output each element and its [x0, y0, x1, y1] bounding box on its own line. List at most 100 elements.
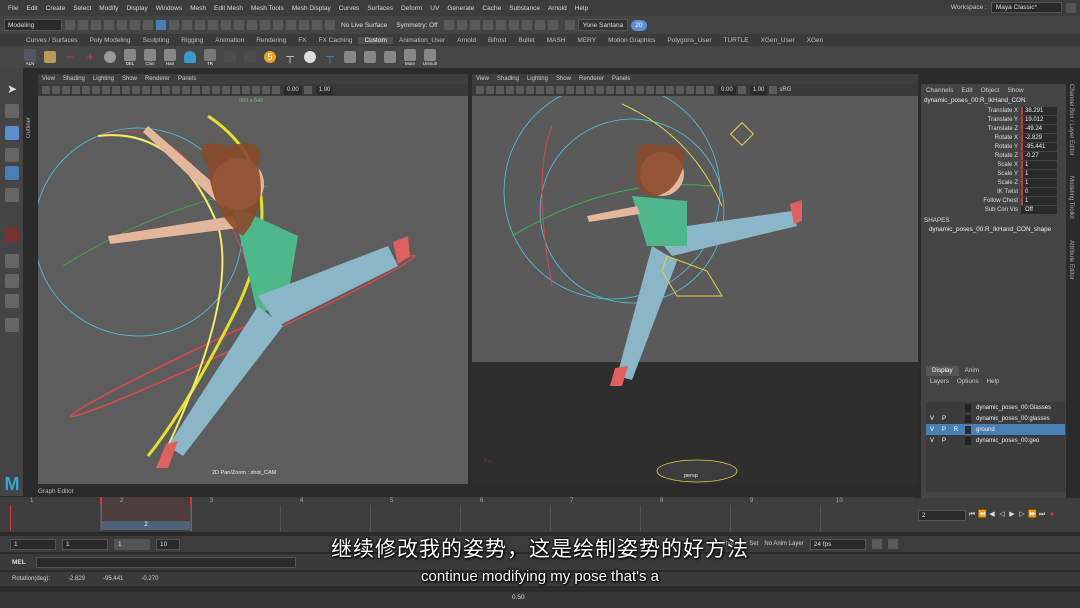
- play-forward-icon[interactable]: ▶: [1008, 511, 1016, 519]
- attribute-row[interactable]: Sub Con Vis Off: [921, 205, 1066, 214]
- mask-render-icon[interactable]: [247, 20, 257, 30]
- layer-color-swatch[interactable]: [965, 414, 971, 423]
- current-frame-field[interactable]: 2: [918, 509, 966, 521]
- render-settings-icon[interactable]: [482, 20, 493, 30]
- mask-joint-icon[interactable]: [182, 20, 192, 30]
- shelf-minus-button[interactable]: −: [62, 48, 78, 66]
- snap-point-icon[interactable]: [286, 20, 296, 30]
- attribute-value[interactable]: -0.27: [1021, 151, 1057, 160]
- camera-attr-icon[interactable]: [52, 86, 60, 94]
- wireframe-icon[interactable]: [142, 86, 150, 94]
- field-chart-icon[interactable]: [122, 86, 130, 94]
- layer-color-swatch[interactable]: [965, 425, 971, 434]
- isolate-icon[interactable]: [666, 86, 674, 94]
- menu-create[interactable]: Create: [42, 5, 70, 12]
- motion-blur-icon[interactable]: [212, 86, 220, 94]
- shelf-tr-button[interactable]: TR: [202, 48, 218, 66]
- side-tab-attribute-editor[interactable]: Attribute Editor: [1068, 240, 1074, 300]
- menu-windows[interactable]: Windows: [152, 5, 186, 12]
- snap-plane-icon[interactable]: [299, 20, 309, 30]
- arnold-render-icon[interactable]: [521, 20, 532, 30]
- image-plane-icon[interactable]: [506, 86, 514, 94]
- menu-substance[interactable]: Substance: [505, 5, 544, 12]
- attribute-value[interactable]: Off: [1021, 205, 1057, 214]
- shelf-del-button[interactable]: DEL: [122, 48, 138, 66]
- shelf-skull-button[interactable]: [102, 48, 118, 66]
- shelf-m1-button[interactable]: [342, 48, 358, 66]
- menu-edit[interactable]: Edit: [22, 5, 41, 12]
- shelf-tab-turtle[interactable]: TURTLE: [717, 37, 754, 44]
- layer-visibility[interactable]: V: [926, 438, 938, 444]
- select-component-icon[interactable]: [156, 20, 166, 30]
- bookmark-icon[interactable]: [496, 86, 504, 94]
- cb-menu-show[interactable]: Show: [1007, 87, 1023, 94]
- shelf-tab-bullet[interactable]: Bullet: [512, 37, 540, 44]
- step-back-key-icon[interactable]: ⏪: [978, 511, 987, 519]
- paint-select-tool-icon[interactable]: [5, 126, 19, 140]
- shelf-tab-poly-modeling[interactable]: Poly Modeling: [84, 37, 137, 44]
- xray-icon[interactable]: [242, 86, 250, 94]
- go-to-start-icon[interactable]: ⏮: [968, 511, 976, 519]
- smooth-shade-icon[interactable]: [152, 86, 160, 94]
- panel-menu-show[interactable]: Show: [122, 76, 137, 82]
- attribute-row[interactable]: Translate X 38.291: [921, 106, 1066, 115]
- layer-name[interactable]: ground: [974, 427, 995, 433]
- layer-name[interactable]: dynamic_poses_00:geo: [974, 438, 1039, 444]
- outliner-tab[interactable]: Outliner: [26, 78, 34, 138]
- graph-editor-label[interactable]: Graph Editor: [38, 488, 74, 495]
- panel-menu-lighting[interactable]: Lighting: [527, 76, 548, 82]
- exposure-field[interactable]: 0.00: [284, 85, 302, 95]
- snap-surface-icon[interactable]: [312, 20, 322, 30]
- four-view-layout-icon[interactable]: [5, 274, 19, 288]
- shelf-tab-mery[interactable]: MERY: [571, 37, 602, 44]
- gate-mask-icon[interactable]: [112, 86, 120, 94]
- layer-playback[interactable]: P: [938, 438, 950, 444]
- snap-grid-icon[interactable]: [260, 20, 270, 30]
- ipr-render-icon[interactable]: [469, 20, 480, 30]
- tab-anim-layers[interactable]: Anim: [959, 366, 985, 376]
- color-space-label[interactable]: sRG: [779, 87, 791, 93]
- shelf-tab-xgen[interactable]: XGen: [801, 37, 830, 44]
- cb-menu-object[interactable]: Object: [981, 87, 1000, 94]
- layer-playback[interactable]: P: [938, 416, 950, 422]
- side-tab-channel-box[interactable]: Channel Box / Layer Editor: [1068, 84, 1074, 174]
- layer-visibility[interactable]: V: [926, 416, 938, 422]
- attribute-row[interactable]: Scale X1: [921, 160, 1066, 169]
- user-avatar-icon[interactable]: [564, 20, 575, 30]
- camera-icon[interactable]: [476, 86, 484, 94]
- shadows-icon[interactable]: [626, 86, 634, 94]
- shelf-tab-bifrost[interactable]: Bifrost: [482, 37, 512, 44]
- smooth-shade-icon[interactable]: [586, 86, 594, 94]
- go-to-end-icon[interactable]: ⏭: [1038, 511, 1046, 519]
- menu-select[interactable]: Select: [69, 5, 95, 12]
- symmetry-field[interactable]: Symmetry: Off: [396, 22, 437, 29]
- render-view-icon[interactable]: [508, 20, 519, 30]
- shelf-tab-animation-user[interactable]: Animation_User: [393, 37, 451, 44]
- mask-curve-icon[interactable]: [195, 20, 205, 30]
- side-tab-modeling-toolkit[interactable]: Modeling Toolkit: [1068, 176, 1074, 236]
- shelf-tab-xgen-user[interactable]: XGen_User: [755, 37, 801, 44]
- xray-components-icon[interactable]: [262, 86, 270, 94]
- left-viewport[interactable]: 960 x 540 2D Pan/Zoom : shot_CAM ↑→: [38, 96, 468, 484]
- xray-joints-icon[interactable]: [686, 86, 694, 94]
- panel-menu-view[interactable]: View: [42, 76, 55, 82]
- layer-color-swatch[interactable]: [965, 436, 971, 445]
- attribute-value[interactable]: -95.441: [1021, 142, 1057, 151]
- menu-surfaces[interactable]: Surfaces: [363, 5, 397, 12]
- shelf-tpose-blue-button[interactable]: ┬: [322, 48, 338, 66]
- textured-icon[interactable]: [172, 86, 180, 94]
- shelf-texture-button[interactable]: [42, 48, 58, 66]
- cb-menu-channels[interactable]: Channels: [926, 87, 953, 94]
- settings-icon[interactable]: [1066, 2, 1076, 13]
- step-forward-frame-icon[interactable]: ▷: [1018, 511, 1026, 519]
- shelf-five-button[interactable]: 5: [262, 48, 278, 66]
- render-frame-icon[interactable]: [456, 20, 467, 30]
- attribute-value[interactable]: 0: [1021, 187, 1057, 196]
- layer-display-type[interactable]: R: [950, 427, 962, 433]
- attribute-row[interactable]: IK Twist 0: [921, 187, 1066, 196]
- new-scene-icon[interactable]: [65, 20, 75, 30]
- scale-tool-icon[interactable]: [5, 188, 19, 202]
- menu-uv[interactable]: UV: [426, 5, 443, 12]
- workspace-select[interactable]: Maya Classic*: [990, 2, 1062, 13]
- menu-arnold[interactable]: Arnold: [544, 5, 571, 12]
